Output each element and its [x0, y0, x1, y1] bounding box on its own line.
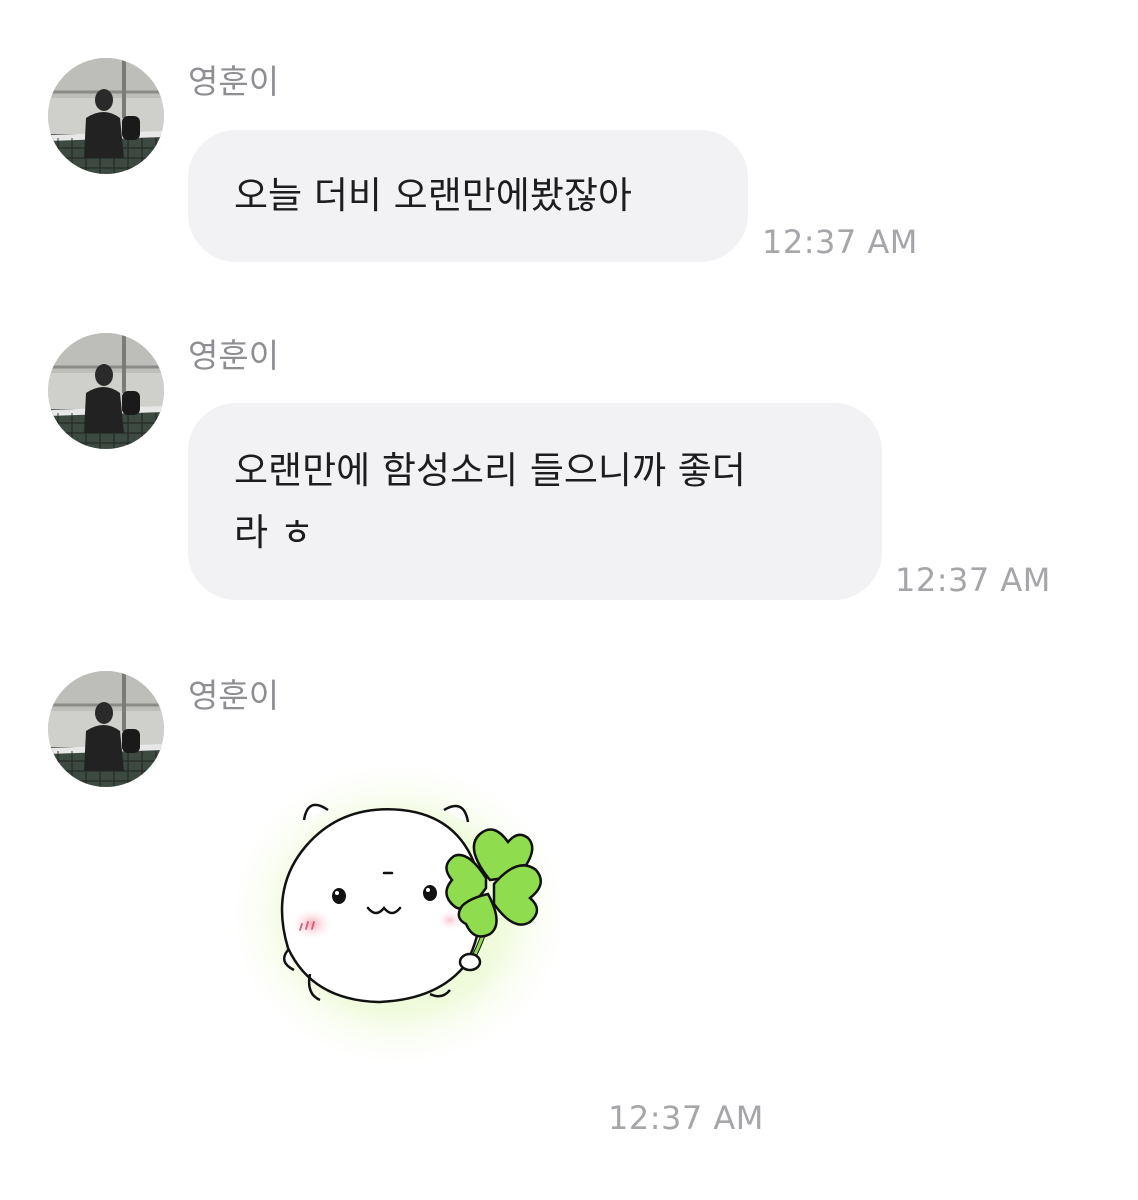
sender-avatar[interactable]: [48, 333, 164, 449]
message-bubble[interactable]: 오랜만에 함성소리 들으니까 좋더 라 ㅎ: [188, 403, 882, 600]
profile-photo-icon: [48, 58, 164, 174]
message-row: 영훈이 오늘 더비 오랜만에봤잖아 12:37 AM: [0, 0, 1138, 300]
profile-photo-icon: [48, 671, 164, 787]
sender-name: 영훈이: [188, 62, 280, 101]
message-row: 영훈이 오랜만에 함성소리 들으니까 좋더 라 ㅎ 12:37 AM: [0, 300, 1138, 650]
sender-avatar[interactable]: [48, 671, 164, 787]
message-timestamp: 12:37 AM: [762, 223, 918, 261]
profile-photo-icon: [48, 333, 164, 449]
message-text-line: 오랜만에 함성소리 들으니까 좋더: [234, 449, 746, 492]
message-bubble[interactable]: 오늘 더비 오랜만에봤잖아: [188, 130, 748, 262]
sender-name: 영훈이: [188, 336, 280, 375]
sender-avatar[interactable]: [48, 58, 164, 174]
message-row: 영훈이 12:37 AM: [0, 650, 1138, 1200]
hamster-holding-clover-sticker-icon: [220, 748, 576, 1068]
sender-name: 영훈이: [188, 676, 280, 715]
message-timestamp: 12:37 AM: [608, 1099, 764, 1137]
message-text: 오늘 더비 오랜만에봤잖아: [234, 174, 632, 217]
sticker-message[interactable]: [218, 738, 598, 1078]
message-timestamp: 12:37 AM: [895, 561, 1051, 599]
message-text-line: 라 ㅎ: [234, 511, 314, 554]
